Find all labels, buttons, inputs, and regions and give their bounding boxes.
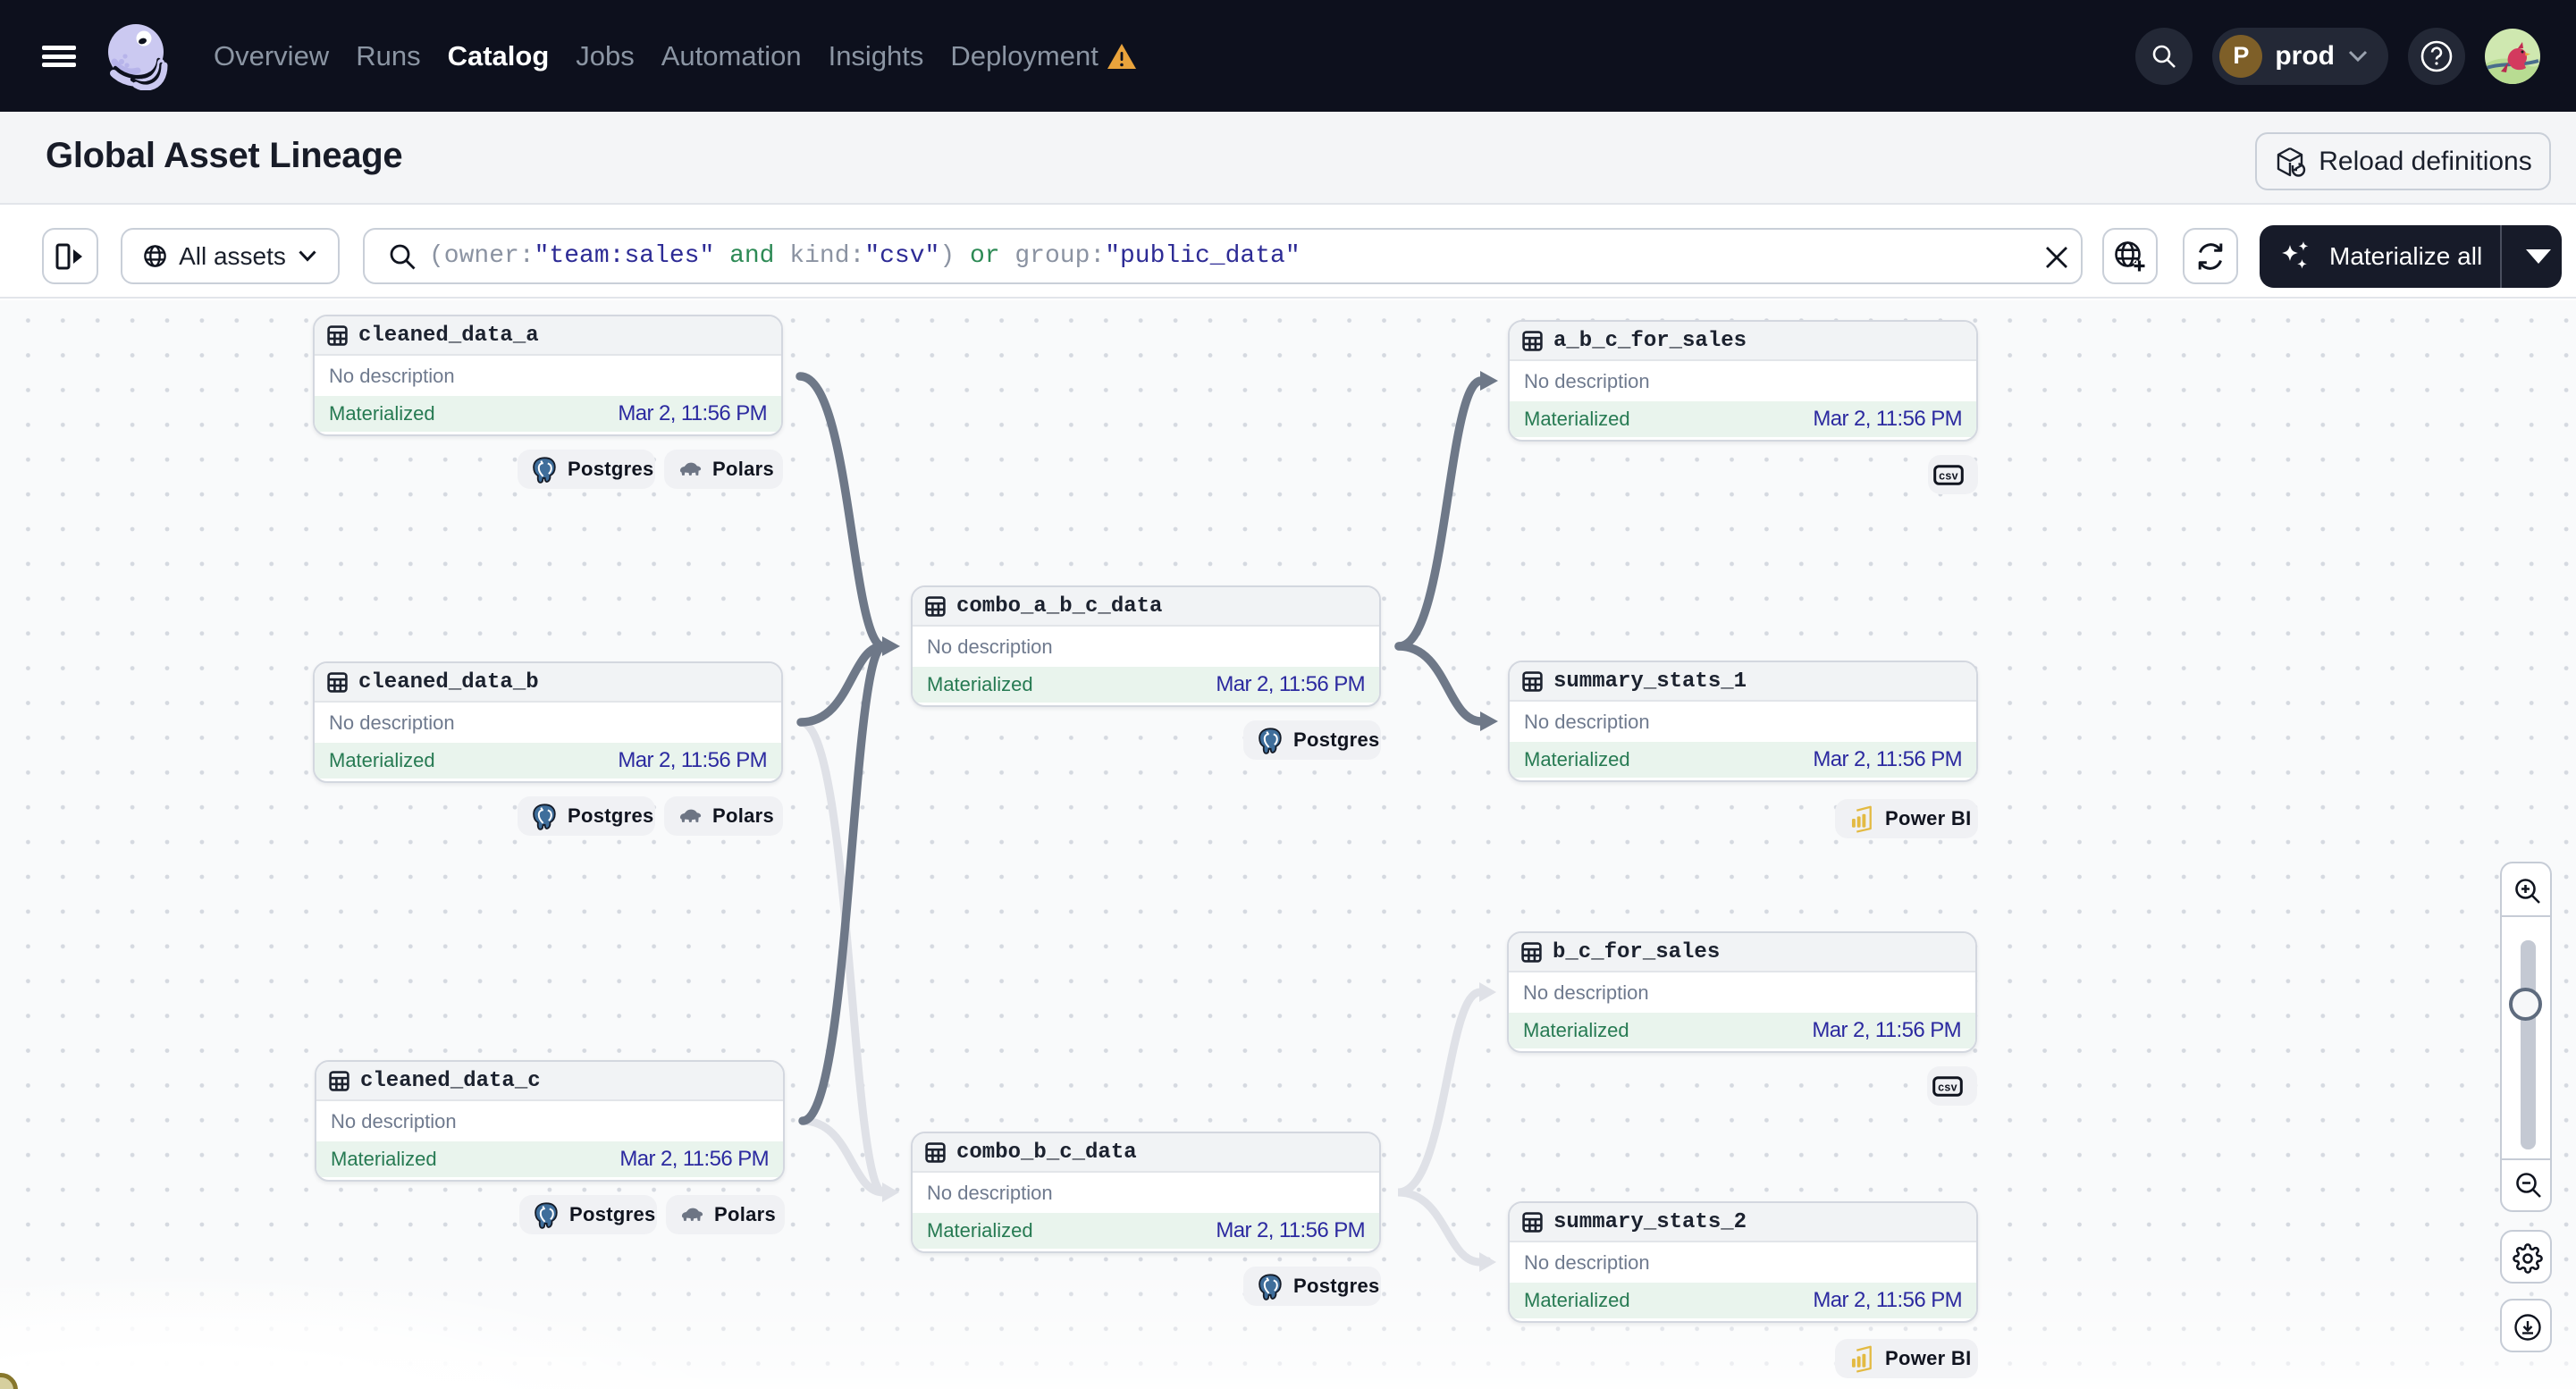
- svg-text:csv: csv: [1939, 469, 1958, 482]
- svg-text:csv: csv: [1938, 1081, 1957, 1093]
